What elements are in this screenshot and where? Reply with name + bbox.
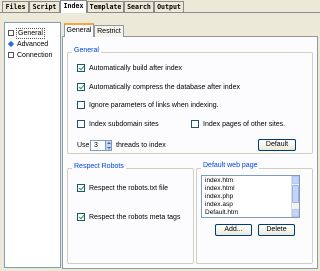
- list-scrollbar[interactable]: [291, 176, 299, 217]
- general-group-title: General: [72, 47, 101, 55]
- respect-robots-meta-checkbox[interactable]: Respect the robots meta tags: [77, 213, 180, 221]
- add-page-button[interactable]: Add...: [215, 224, 252, 236]
- tree-item-advanced[interactable]: Advanced: [7, 39, 49, 49]
- respect-robots-meta-label: Respect the robots meta tags: [89, 213, 181, 221]
- default-web-page-group-title: Default web page: [201, 162, 260, 170]
- tree-item-label: Advanced: [17, 40, 49, 48]
- index-other-pages-label: Index pages of other sites.: [203, 120, 286, 128]
- tab-script[interactable]: Script: [29, 1, 60, 12]
- checkbox-unchecked[interactable]: [77, 120, 85, 128]
- checkbox-checked[interactable]: [77, 213, 85, 221]
- spin-down-arrow-icon[interactable]: [105, 145, 111, 150]
- auto-compress-label: Automatically compress the database afte…: [89, 83, 240, 91]
- scroll-thumb[interactable]: [292, 185, 299, 203]
- checkbox-checked[interactable]: [77, 184, 85, 192]
- tab-search[interactable]: Search: [124, 1, 154, 12]
- delete-page-button[interactable]: Delete: [258, 224, 295, 236]
- tree-item-connection[interactable]: Connection: [8, 50, 53, 60]
- tab-template[interactable]: Template: [87, 1, 124, 12]
- checkbox-checked[interactable]: [77, 64, 85, 72]
- list-item[interactable]: index.html: [205, 185, 235, 192]
- tree-item-label: Connection: [17, 51, 53, 59]
- checkbox-unchecked[interactable]: [191, 120, 199, 128]
- tab-index[interactable]: Index: [60, 0, 87, 13]
- diamond-icon: [7, 40, 15, 48]
- page-icon: [8, 52, 14, 58]
- respect-robots-file-label: Respect the robots.txt file: [89, 184, 168, 192]
- list-item[interactable]: index.htm: [205, 177, 233, 184]
- list-item[interactable]: index.php: [205, 193, 233, 200]
- respect-robots-group-title: Respect Robots: [72, 163, 126, 171]
- top-tab-strip-rule: [0, 12, 320, 13]
- auto-build-checkbox[interactable]: Automatically build after index: [77, 64, 182, 72]
- threads-spinner[interactable]: 3: [90, 140, 112, 151]
- ignore-params-checkbox[interactable]: Ignore parameters of links when indexing…: [77, 101, 219, 109]
- threads-prefix: Use: [77, 142, 90, 149]
- index-other-pages-checkbox[interactable]: Index pages of other sites.: [191, 120, 285, 128]
- default-pages-list[interactable]: index.htm index.html index.php index.asp…: [201, 175, 300, 218]
- tab-output[interactable]: Output: [154, 1, 184, 12]
- index-subdomain-checkbox[interactable]: Index subdomain sites: [77, 120, 159, 128]
- scroll-up-arrow-icon[interactable]: [292, 176, 299, 184]
- threads-value[interactable]: 3: [94, 142, 98, 150]
- threads-suffix: threads to index: [116, 142, 166, 149]
- auto-compress-checkbox[interactable]: Automatically compress the database afte…: [77, 83, 240, 91]
- tab-restrict[interactable]: Restrict: [94, 25, 124, 37]
- auto-build-label: Automatically build after index: [89, 64, 182, 72]
- default-button[interactable]: Default: [258, 139, 296, 151]
- settings-tree[interactable]: General Advanced Connection: [4, 22, 61, 268]
- list-item[interactable]: Default.htm: [205, 209, 238, 216]
- index-subdomain-label: Index subdomain sites: [89, 120, 159, 128]
- checkbox-unchecked[interactable]: [77, 101, 85, 109]
- tree-item-label: General: [16, 27, 45, 39]
- tab-files[interactable]: Files: [2, 1, 29, 12]
- tree-item-general[interactable]: General: [8, 27, 45, 39]
- checkbox-checked[interactable]: [77, 83, 85, 91]
- scroll-down-arrow-icon[interactable]: [292, 209, 299, 217]
- list-item[interactable]: index.asp: [205, 201, 233, 208]
- tab-general[interactable]: General: [64, 23, 94, 37]
- page-icon: [8, 30, 14, 36]
- ignore-params-label: Ignore parameters of links when indexing…: [89, 101, 219, 109]
- respect-robots-file-checkbox[interactable]: Respect the robots.txt file: [77, 184, 168, 192]
